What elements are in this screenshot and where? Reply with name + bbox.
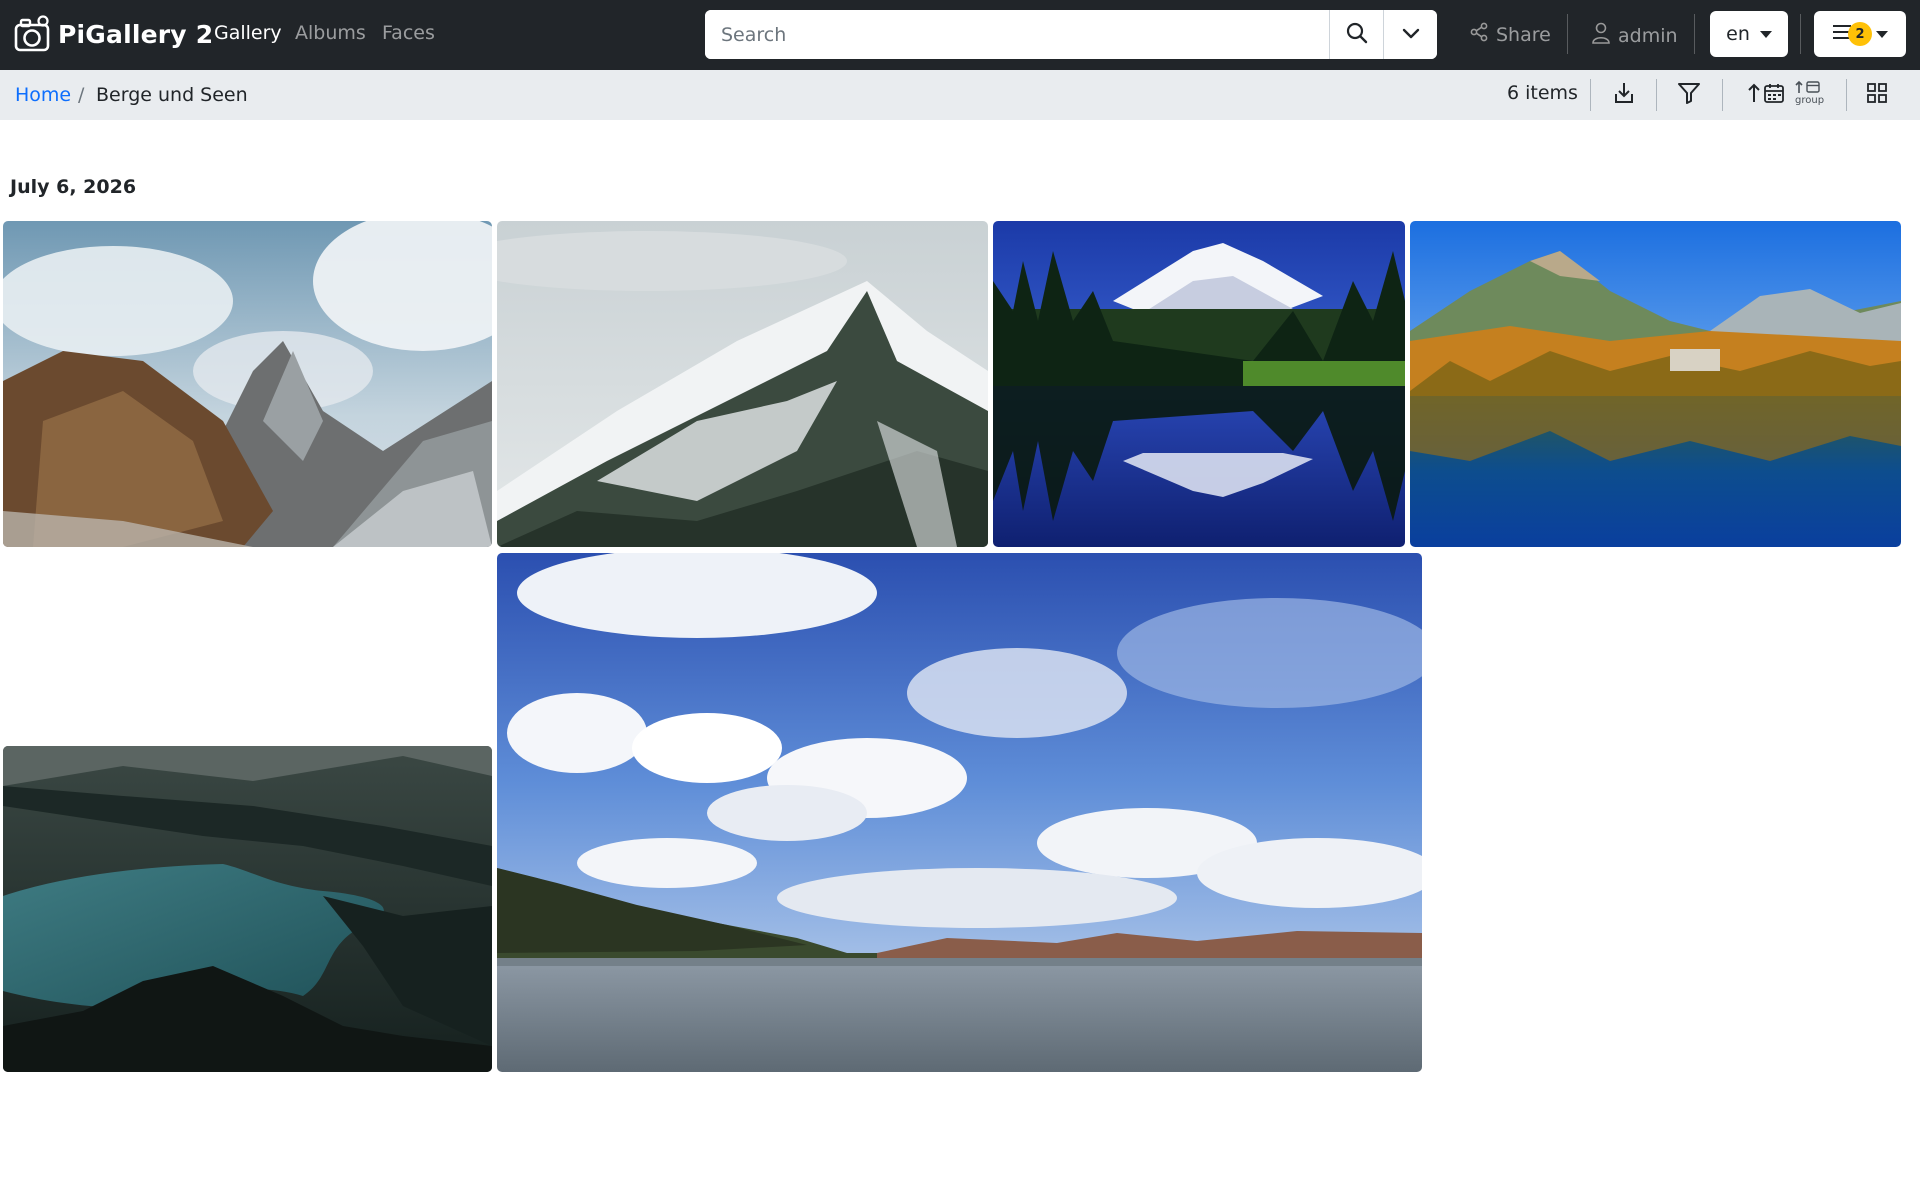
chevron-down-icon	[1400, 22, 1422, 47]
item-count: 6 items	[1507, 82, 1578, 104]
notification-badge: 2	[1848, 22, 1872, 46]
navbar-divider	[1694, 14, 1695, 54]
photo-thumbnail-6[interactable]	[497, 553, 1422, 1072]
share-button[interactable]: Share	[1469, 22, 1551, 47]
top-navbar: PiGallery 2 Gallery Albums Faces Share a…	[0, 0, 1920, 70]
toolbar-divider	[1846, 79, 1847, 111]
navbar-divider	[1800, 14, 1801, 54]
user-label: admin	[1618, 24, 1678, 47]
photo-thumbnail-5[interactable]	[3, 746, 492, 1072]
user-icon	[1591, 22, 1611, 49]
lake-photo-6	[497, 553, 1422, 1072]
grid-icon	[1866, 82, 1888, 108]
search-box	[705, 10, 1437, 59]
share-icon	[1469, 22, 1489, 47]
camera-logo-icon	[14, 14, 52, 54]
toolbar-divider	[1590, 79, 1591, 111]
navbar-divider	[1567, 14, 1568, 54]
date-heading: July 6, 2026	[10, 176, 137, 198]
mountain-photo-3	[993, 221, 1405, 547]
caret-down-icon	[1759, 30, 1772, 38]
mountain-photo-2	[497, 221, 988, 547]
toolbar-divider	[1656, 79, 1657, 111]
app-title: PiGallery 2	[58, 19, 214, 49]
download-button[interactable]	[1613, 82, 1635, 108]
caret-down-icon	[1876, 30, 1888, 38]
advanced-search-toggle[interactable]	[1383, 10, 1437, 59]
search-button[interactable]	[1329, 10, 1383, 59]
lake-photo-5	[3, 746, 492, 1072]
toolbar-divider	[1722, 79, 1723, 111]
share-label: Share	[1496, 23, 1551, 46]
calendar-icon	[1763, 82, 1785, 108]
grid-view-button[interactable]	[1866, 82, 1888, 108]
photo-thumbnail-1[interactable]	[3, 221, 492, 547]
search-icon	[1346, 22, 1368, 47]
mountain-photo-4	[1410, 221, 1901, 547]
filter-button[interactable]	[1677, 82, 1701, 108]
nav-link-albums[interactable]: Albums	[295, 22, 366, 44]
search-input[interactable]	[705, 10, 1329, 59]
main-menu-dropdown[interactable]: 2	[1814, 11, 1906, 57]
photo-thumbnail-2[interactable]	[497, 221, 988, 547]
brand[interactable]: PiGallery 2	[14, 14, 213, 54]
language-dropdown[interactable]: en	[1710, 11, 1788, 57]
sort-button[interactable]	[1745, 82, 1785, 108]
group-label: group	[1795, 95, 1825, 106]
language-label: en	[1726, 23, 1750, 45]
mountain-photo-1	[3, 221, 492, 547]
group-by-button[interactable]: group	[1795, 79, 1824, 111]
breadcrumb-bar: Home / Berge und Seen 6 items group	[0, 70, 1920, 120]
breadcrumb-current: Berge und Seen	[96, 84, 248, 106]
filter-icon	[1677, 82, 1701, 108]
sort-ascending-icon	[1745, 82, 1763, 108]
download-icon	[1613, 81, 1635, 109]
nav-link-faces[interactable]: Faces	[382, 22, 435, 44]
breadcrumb-separator: /	[78, 84, 85, 106]
user-button[interactable]: admin	[1591, 22, 1678, 49]
breadcrumb-home[interactable]: Home	[15, 84, 71, 106]
photo-thumbnail-3[interactable]	[993, 221, 1405, 547]
nav-link-gallery[interactable]: Gallery	[214, 22, 282, 44]
photo-thumbnail-4[interactable]	[1410, 221, 1901, 547]
